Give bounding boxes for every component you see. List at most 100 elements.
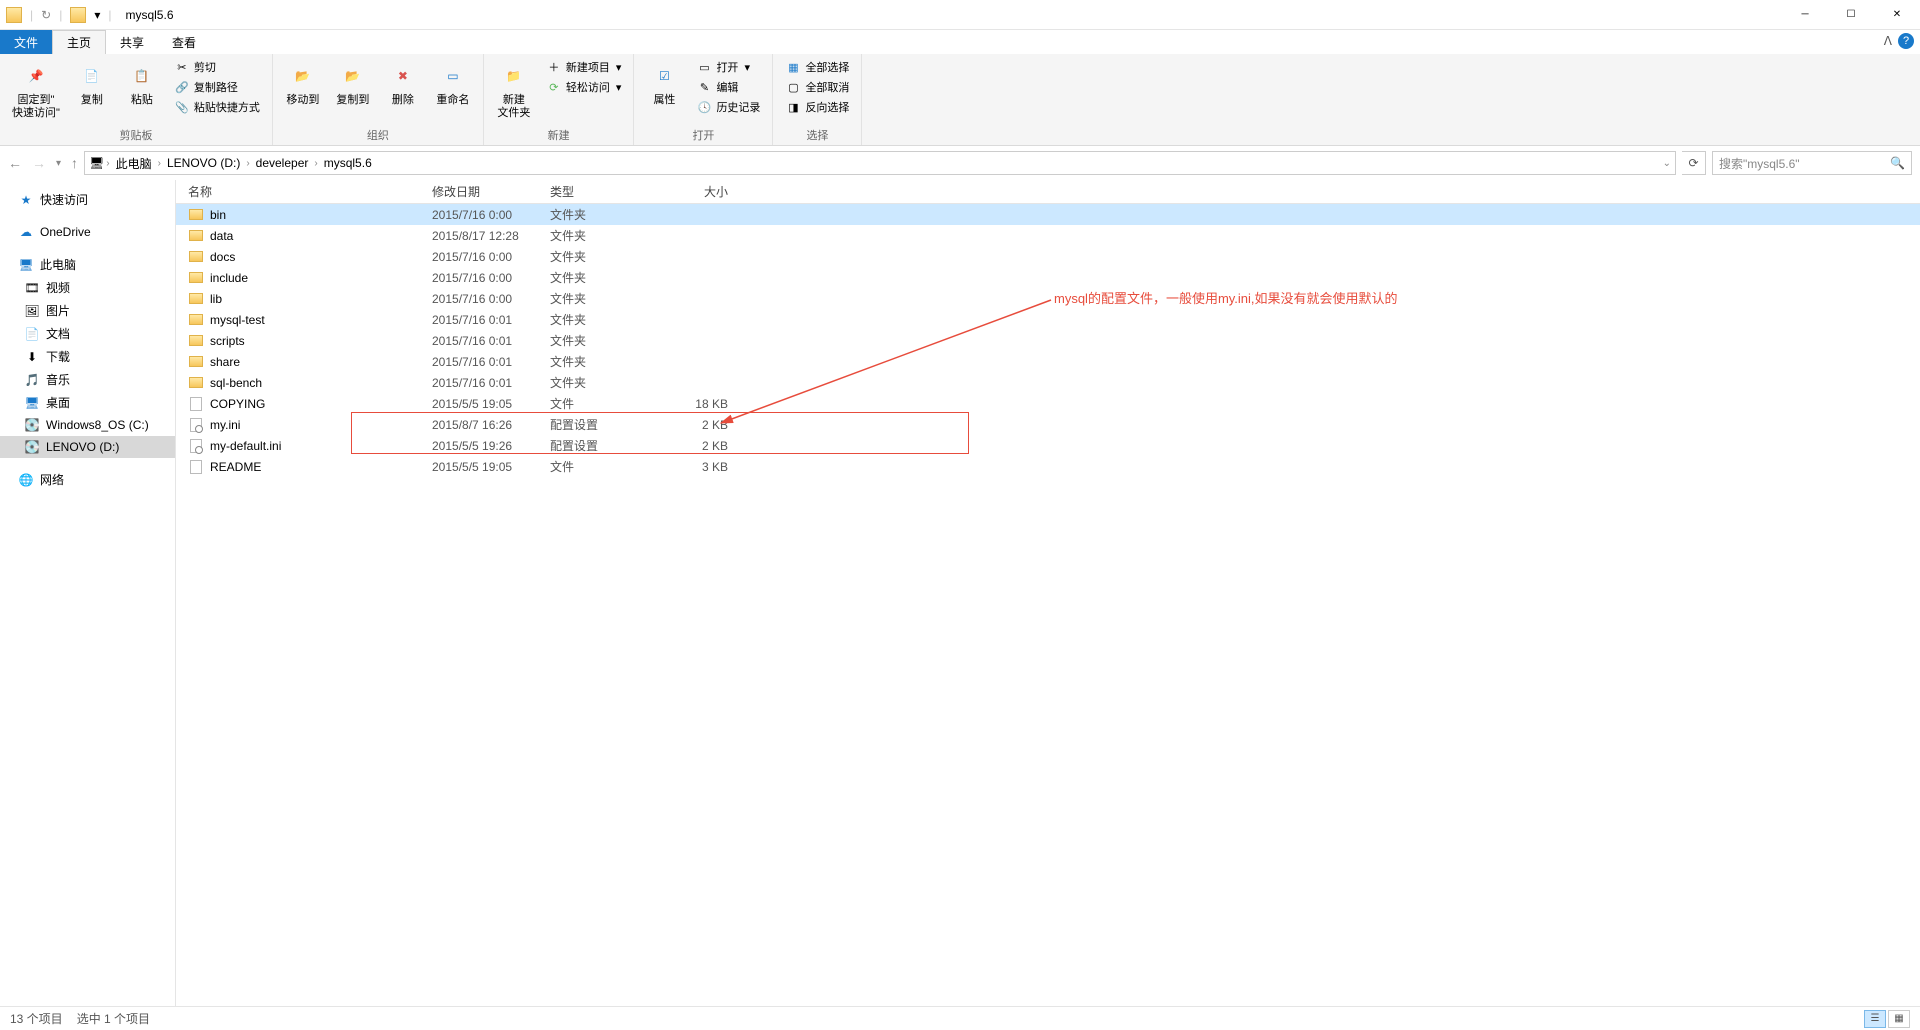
sidebar-item-network[interactable]: 🌐网络 <box>0 468 175 491</box>
details-view-button[interactable]: ☰ <box>1864 1010 1886 1028</box>
edit-icon: ✎ <box>696 79 712 95</box>
file-row[interactable]: COPYING2015/5/5 19:05文件18 KB <box>176 393 1920 414</box>
new-folder-button[interactable]: 📁新建 文件夹 <box>492 58 536 122</box>
breadcrumb[interactable]: 🖥 › 此电脑› LENOVO (D:)› develeper› mysql5.… <box>84 151 1676 175</box>
sidebar-item-music[interactable]: 🎵音乐 <box>0 368 175 391</box>
file-row[interactable]: lib2015/7/16 0:00文件夹 <box>176 288 1920 309</box>
crumb[interactable]: LENOVO (D:) <box>163 156 244 170</box>
crumb[interactable]: 此电脑 <box>112 155 156 172</box>
edit-button[interactable]: ✎编辑 <box>692 78 764 96</box>
minimize-button[interactable]: ─ <box>1782 0 1828 30</box>
documents-icon: 📄 <box>24 326 40 342</box>
file-row[interactable]: bin2015/7/16 0:00文件夹 <box>176 204 1920 225</box>
rename-button[interactable]: ▭重命名 <box>431 58 475 109</box>
breadcrumb-dropdown-icon[interactable]: ⌄ <box>1663 158 1671 169</box>
sidebar-item-d-drive[interactable]: 💽LENOVO (D:) <box>0 436 175 458</box>
close-button[interactable]: ✕ <box>1874 0 1920 30</box>
refresh-button[interactable]: ⟳ <box>1682 151 1706 175</box>
col-type[interactable]: 类型 <box>550 183 662 200</box>
tab-file[interactable]: 文件 <box>0 30 52 54</box>
file-type: 文件夹 <box>550 206 662 223</box>
file-row[interactable]: my.ini2015/8/7 16:26配置设置2 KB <box>176 414 1920 435</box>
copy-button[interactable]: 📄 复制 <box>70 58 114 109</box>
cut-button[interactable]: ✂剪切 <box>170 58 264 76</box>
history-button[interactable]: 🕓历史记录 <box>692 98 764 116</box>
select-all-button[interactable]: ▦全部选择 <box>781 58 853 76</box>
easy-access-button[interactable]: ⟳轻松访问▾ <box>542 78 626 96</box>
drive-icon: 💽 <box>24 439 40 455</box>
invert-icon: ◨ <box>785 99 801 115</box>
selectnone-icon: ▢ <box>785 79 801 95</box>
new-item-button[interactable]: ＋新建项目▾ <box>542 58 626 76</box>
tab-share[interactable]: 共享 <box>106 30 158 54</box>
sidebar-item-c-drive[interactable]: 💽Windows8_OS (C:) <box>0 414 175 436</box>
help-icon[interactable]: ? <box>1898 33 1914 49</box>
cloud-icon: ☁ <box>18 224 34 240</box>
file-name: bin <box>210 208 226 222</box>
file-row[interactable]: include2015/7/16 0:00文件夹 <box>176 267 1920 288</box>
file-row[interactable]: data2015/8/17 12:28文件夹 <box>176 225 1920 246</box>
file-name: mysql-test <box>210 313 265 327</box>
up-button[interactable]: ↑ <box>71 155 78 171</box>
crumb[interactable]: mysql5.6 <box>320 156 376 170</box>
desktop-icon: 🖥 <box>24 395 40 411</box>
ribbon-collapse-icon[interactable]: ᐱ <box>1884 34 1892 48</box>
move-to-button[interactable]: 📂移动到 <box>281 58 325 109</box>
maximize-button[interactable]: ☐ <box>1828 0 1874 30</box>
group-label: 组织 <box>281 125 475 143</box>
tab-view[interactable]: 查看 <box>158 30 210 54</box>
file-type: 文件 <box>550 395 662 412</box>
file-type: 文件夹 <box>550 269 662 286</box>
select-none-button[interactable]: ▢全部取消 <box>781 78 853 96</box>
file-row[interactable]: docs2015/7/16 0:00文件夹 <box>176 246 1920 267</box>
sidebar-item-this-pc[interactable]: 🖥此电脑 <box>0 253 175 276</box>
easyaccess-icon: ⟳ <box>546 79 562 95</box>
file-row[interactable]: scripts2015/7/16 0:01文件夹 <box>176 330 1920 351</box>
paste-button[interactable]: 📋 粘贴 <box>120 58 164 109</box>
open-button[interactable]: ▭打开▾ <box>692 58 764 76</box>
file-type: 文件夹 <box>550 311 662 328</box>
tab-home[interactable]: 主页 <box>52 30 106 54</box>
recent-dropdown[interactable]: ▾ <box>56 158 61 169</box>
sidebar-item-desktop[interactable]: 🖥桌面 <box>0 391 175 414</box>
file-row[interactable]: my-default.ini2015/5/5 19:26配置设置2 KB <box>176 435 1920 456</box>
qat-undo-icon[interactable]: ↻ <box>41 8 51 22</box>
file-size: 2 KB <box>662 418 738 432</box>
crumb[interactable]: develeper <box>252 156 313 170</box>
column-headers[interactable]: 名称 修改日期 类型 大小 <box>176 180 1920 204</box>
file-icon <box>188 396 204 412</box>
network-icon: 🌐 <box>18 472 34 488</box>
downloads-icon: ⬇ <box>24 349 40 365</box>
file-name: my-default.ini <box>210 439 281 453</box>
properties-icon: ☑ <box>648 60 680 92</box>
sidebar-item-documents[interactable]: 📄文档 <box>0 322 175 345</box>
col-name[interactable]: 名称 <box>176 183 432 200</box>
group-label: 新建 <box>492 125 626 143</box>
sidebar-item-onedrive[interactable]: ☁OneDrive <box>0 221 175 243</box>
copy-to-button[interactable]: 📂复制到 <box>331 58 375 109</box>
group-label: 选择 <box>781 125 853 143</box>
properties-button[interactable]: ☑属性 <box>642 58 686 109</box>
file-row[interactable]: sql-bench2015/7/16 0:01文件夹 <box>176 372 1920 393</box>
file-row[interactable]: mysql-test2015/7/16 0:01文件夹 <box>176 309 1920 330</box>
file-row[interactable]: share2015/7/16 0:01文件夹 <box>176 351 1920 372</box>
copy-path-button[interactable]: 🔗复制路径 <box>170 78 264 96</box>
col-date[interactable]: 修改日期 <box>432 183 550 200</box>
folder-icon <box>188 312 204 328</box>
icons-view-button[interactable]: ▦ <box>1888 1010 1910 1028</box>
back-button[interactable]: ← <box>8 155 22 171</box>
sidebar-item-downloads[interactable]: ⬇下载 <box>0 345 175 368</box>
invert-selection-button[interactable]: ◨反向选择 <box>781 98 853 116</box>
file-row[interactable]: README2015/5/5 19:05文件3 KB <box>176 456 1920 477</box>
sidebar-item-pictures[interactable]: 🖼图片 <box>0 299 175 322</box>
delete-button[interactable]: ✖删除 <box>381 58 425 109</box>
file-type: 配置设置 <box>550 437 662 454</box>
search-input[interactable]: 搜索"mysql5.6" 🔍 <box>1712 151 1912 175</box>
sidebar-item-quick-access[interactable]: ★快速访问 <box>0 188 175 211</box>
paste-shortcut-button[interactable]: 📎粘贴快捷方式 <box>170 98 264 116</box>
sidebar-item-videos[interactable]: 🎞视频 <box>0 276 175 299</box>
pin-quick-access-button[interactable]: 📌 固定到" 快速访问" <box>8 58 64 122</box>
forward-button[interactable]: → <box>32 155 46 171</box>
folder-icon <box>188 207 204 223</box>
col-size[interactable]: 大小 <box>662 183 738 200</box>
